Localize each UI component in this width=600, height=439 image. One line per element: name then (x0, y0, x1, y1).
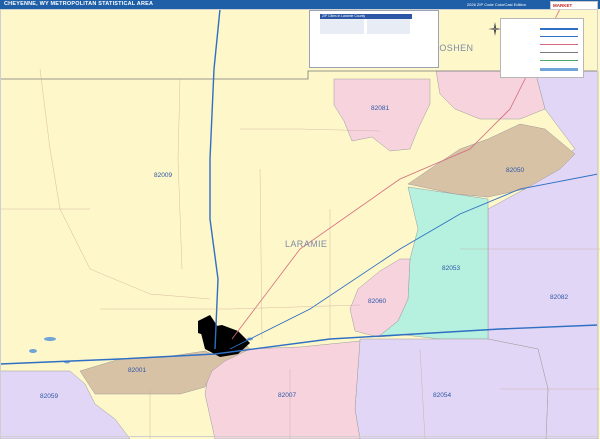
zip-label: 82007 (278, 392, 296, 399)
title-bar: CHEYENNE, WY METROPOLITAN STATISTICAL AR… (0, 0, 600, 9)
zip-label: 82081 (371, 105, 389, 112)
index-row (366, 30, 410, 35)
zip-label: 82060 (368, 298, 386, 305)
zip-label: 82009 (154, 172, 172, 179)
county-label-laramie: LARAMIE (285, 239, 327, 249)
legend-swatch-water (540, 68, 578, 71)
index-row (320, 30, 364, 35)
legend-swatch-interstate (540, 28, 578, 30)
legend-swatch-highway (540, 36, 578, 37)
map-title: CHEYENNE, WY METROPOLITAN STATISTICAL AR… (4, 1, 154, 7)
index-panel-list (320, 19, 410, 35)
zip-label: 82001 (128, 367, 146, 374)
zip-label: 82059 (40, 393, 58, 400)
legend-swatch-county (540, 52, 578, 53)
zip-label: 82053 (442, 265, 460, 272)
legend-swatch-road (540, 44, 578, 45)
legend-swatch-zip (540, 60, 578, 61)
zip-label: 82054 (433, 392, 451, 399)
zip-label: 82082 (550, 294, 568, 301)
edition-label: 2026 ZIP Code ColorCast Edition (466, 2, 526, 7)
map-frame: CHEYENNE, WY METROPOLITAN STATISTICAL AR… (0, 0, 600, 439)
zip-label: 82050 (506, 167, 524, 174)
